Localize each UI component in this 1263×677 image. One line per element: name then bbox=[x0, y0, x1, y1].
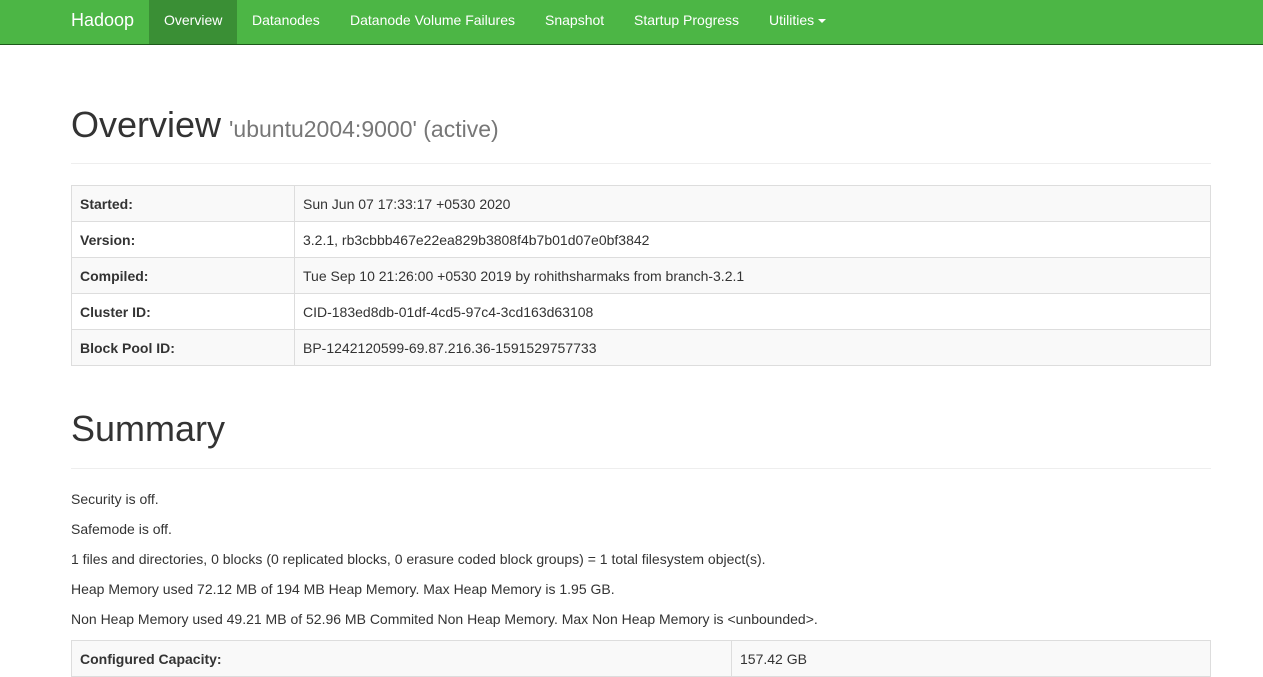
table-row: Block Pool ID: BP-1242120599-69.87.216.3… bbox=[71, 329, 1211, 366]
caret-down-icon bbox=[818, 19, 827, 24]
overview-table: Started: Sun Jun 07 17:33:17 +0530 2020 … bbox=[71, 185, 1211, 366]
overview-header: Overview 'ubuntu2004:9000' (active) bbox=[71, 101, 1211, 164]
page-title: Overview 'ubuntu2004:9000' (active) bbox=[71, 101, 1211, 153]
non-heap-memory: Non Heap Memory used 49.21 MB of 52.96 M… bbox=[71, 611, 818, 627]
nav-utilities-label: Utilities bbox=[769, 12, 815, 28]
row-value: 3.2.1, rb3cbbb467e22ea829b3808f4b7b01d07… bbox=[294, 221, 1211, 258]
row-key: Started: bbox=[71, 185, 295, 222]
row-key: Block Pool ID: bbox=[71, 329, 295, 366]
nav-overview[interactable]: Overview bbox=[149, 0, 237, 44]
row-value: CID-183ed8db-01df-4cd5-97c4-3cd163d63108 bbox=[294, 293, 1211, 330]
summary-table: Configured Capacity: 157.42 GB bbox=[71, 640, 1211, 677]
top-navbar: Hadoop Overview Datanodes Datanode Volum… bbox=[0, 0, 1263, 45]
table-row: Compiled: Tue Sep 10 21:26:00 +0530 2019… bbox=[71, 257, 1211, 294]
row-key: Compiled: bbox=[71, 257, 295, 294]
row-key: Configured Capacity: bbox=[71, 640, 732, 677]
row-value: 157.42 GB bbox=[731, 640, 1211, 677]
nav-datanodes[interactable]: Datanodes bbox=[237, 0, 335, 44]
filesystem-objects: 1 files and directories, 0 blocks (0 rep… bbox=[71, 551, 766, 567]
brand-link[interactable]: Hadoop bbox=[71, 0, 134, 44]
nav-datanode-volume-failures[interactable]: Datanode Volume Failures bbox=[335, 0, 530, 44]
nav-snapshot[interactable]: Snapshot bbox=[530, 0, 619, 44]
summary-header: Summary bbox=[71, 405, 1211, 469]
row-value: Sun Jun 07 17:33:17 +0530 2020 bbox=[294, 185, 1211, 222]
nav-utilities-dropdown[interactable]: Utilities bbox=[754, 0, 841, 44]
row-key: Version: bbox=[71, 221, 295, 258]
row-value: Tue Sep 10 21:26:00 +0530 2019 by rohith… bbox=[294, 257, 1211, 294]
table-row: Cluster ID: CID-183ed8db-01df-4cd5-97c4-… bbox=[71, 293, 1211, 330]
nav-startup-progress[interactable]: Startup Progress bbox=[619, 0, 754, 44]
row-value: BP-1242120599-69.87.216.36-1591529757733 bbox=[294, 329, 1211, 366]
summary-title: Summary bbox=[71, 408, 226, 449]
table-row: Version: 3.2.1, rb3cbbb467e22ea829b3808f… bbox=[71, 221, 1211, 258]
overview-title: Overview bbox=[71, 104, 222, 145]
heap-memory: Heap Memory used 72.12 MB of 194 MB Heap… bbox=[71, 581, 615, 597]
table-row: Configured Capacity: 157.42 GB bbox=[71, 640, 1211, 677]
table-row: Started: Sun Jun 07 17:33:17 +0530 2020 bbox=[71, 185, 1211, 222]
namenode-address: 'ubuntu2004:9000' (active) bbox=[229, 116, 499, 142]
safemode-status: Safemode is off. bbox=[71, 521, 172, 537]
security-status: Security is off. bbox=[71, 491, 159, 507]
row-key: Cluster ID: bbox=[71, 293, 295, 330]
